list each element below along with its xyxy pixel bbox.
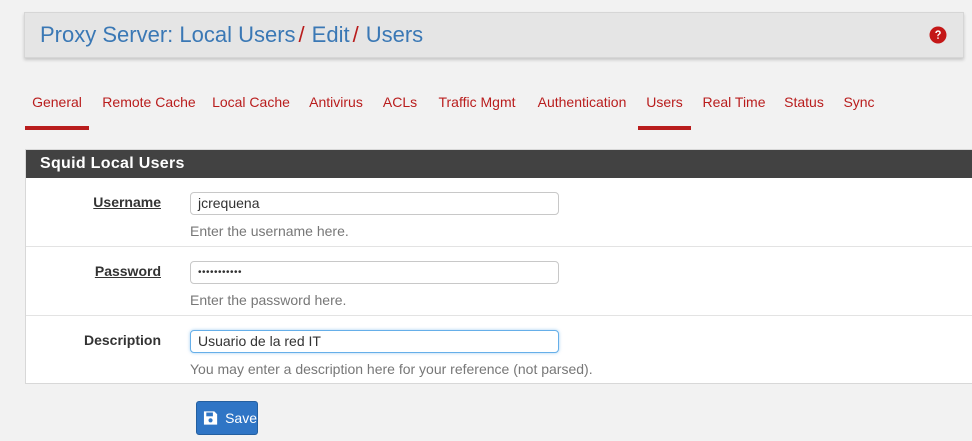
description-hint: You may enter a description here for you… — [190, 361, 593, 377]
tab-authentication[interactable]: Authentication — [535, 82, 629, 126]
breadcrumb-item-edit[interactable]: Edit — [312, 22, 350, 47]
tab-users[interactable]: Users — [638, 82, 691, 130]
password-field[interactable]: ••••••••••• — [190, 261, 559, 284]
save-button[interactable]: Save — [196, 401, 258, 435]
save-button-label: Save — [225, 410, 257, 426]
description-field[interactable]: Usuario de la red IT — [190, 330, 559, 353]
password-label: Password — [94, 263, 161, 279]
password-row: Password ••••••••••• Enter the password … — [26, 247, 972, 316]
tab-real-time[interactable]: Real Time — [702, 82, 766, 126]
username-label: Username — [93, 194, 161, 210]
breadcrumb-item-users[interactable]: Users — [366, 22, 423, 47]
tab-traffic-mgmt[interactable]: Traffic Mgmt — [435, 82, 519, 126]
breadcrumb: Proxy Server: Local Users / Edit / Users — [40, 22, 423, 48]
floppy-disk-icon — [203, 411, 218, 425]
tab-sync[interactable]: Sync — [842, 82, 876, 126]
username-hint: Enter the username here. — [190, 223, 349, 239]
question-circle-icon[interactable] — [929, 26, 947, 44]
username-row: Username jcrequena Enter the username he… — [26, 178, 972, 247]
squid-local-users-panel: Squid Local Users Username jcrequena Ent… — [25, 149, 972, 384]
tab-antivirus[interactable]: Antivirus — [307, 82, 365, 126]
page: Proxy Server: Local Users / Edit / Users Gen… — [0, 0, 972, 441]
password-hint: Enter the password here. — [190, 292, 347, 308]
tab-remote-cache[interactable]: Remote Cache — [101, 82, 197, 126]
username-field[interactable]: jcrequena — [190, 192, 559, 215]
tab-bar: General Remote Cache Local Cache Antivir… — [24, 82, 964, 130]
breadcrumb-separator: / — [352, 22, 359, 47]
tab-local-cache[interactable]: Local Cache — [211, 82, 291, 126]
panel-title: Squid Local Users — [26, 150, 972, 178]
tab-status[interactable]: Status — [783, 82, 825, 126]
breadcrumb-item-proxy-server[interactable]: Proxy Server: Local Users — [40, 22, 296, 47]
description-label: Description — [83, 332, 161, 348]
description-row: Description Usuario de la red IT You may… — [26, 316, 972, 384]
tab-general[interactable]: General — [25, 82, 89, 130]
page-header: Proxy Server: Local Users / Edit / Users — [24, 12, 964, 58]
tab-acls[interactable]: ACLs — [382, 82, 418, 126]
breadcrumb-separator: / — [298, 22, 305, 47]
